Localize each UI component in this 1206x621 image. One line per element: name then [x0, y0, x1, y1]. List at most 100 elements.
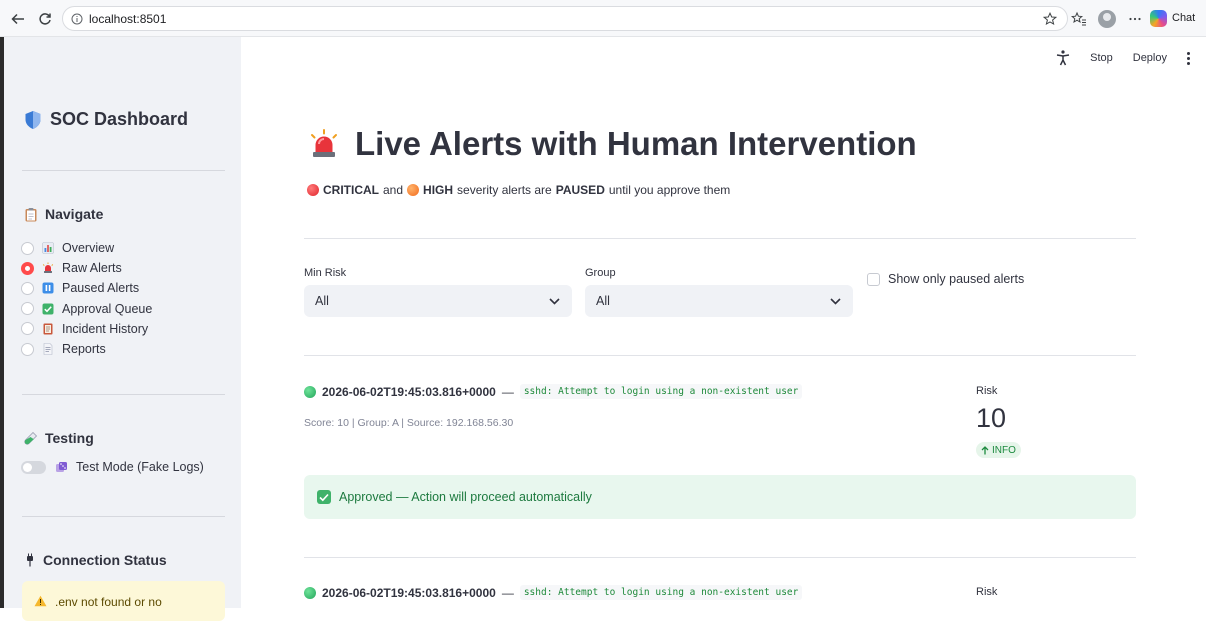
divider	[304, 557, 1136, 558]
back-arrow-icon	[11, 13, 24, 25]
radio-button[interactable]	[21, 281, 34, 295]
clipboard-icon	[25, 207, 37, 221]
info-icon	[71, 13, 83, 24]
radio-button[interactable]	[21, 241, 34, 255]
url-text: localhost:8501	[89, 11, 167, 26]
star-icon[interactable]	[1043, 12, 1057, 26]
paused-only-checkbox[interactable]	[867, 272, 880, 286]
page-icon	[41, 343, 55, 355]
check-icon	[41, 303, 55, 315]
approval-status-box: Approved — Action will proceed automatic…	[304, 475, 1136, 519]
copilot-icon	[1150, 9, 1167, 27]
connection-warning: .env not found or no	[22, 581, 225, 621]
paused-only-label: Show only paused alerts	[888, 272, 1025, 286]
navigate-heading: Navigate	[24, 206, 103, 222]
divider	[304, 355, 1136, 356]
reload-icon	[39, 13, 51, 25]
radio-button[interactable]	[21, 342, 34, 356]
nav-item-raw-alerts[interactable]: Raw Alerts	[21, 258, 152, 278]
min-risk-value: All	[315, 294, 329, 308]
nav-item-label: Overview	[62, 241, 115, 256]
ledger-icon	[41, 323, 55, 335]
address-bar[interactable]: localhost:8501	[62, 6, 1068, 31]
group-value: All	[596, 294, 610, 308]
radio-button-selected[interactable]	[21, 261, 34, 275]
test-mode-toggle-row[interactable]: Test Mode (Fake Logs)	[21, 460, 204, 474]
group-label: Group	[585, 267, 616, 279]
sidebar-divider	[22, 516, 225, 517]
min-risk-label: Min Risk	[304, 267, 347, 279]
chat-label: Chat	[1172, 12, 1196, 24]
test-tube-icon	[24, 432, 37, 445]
group-select[interactable]: All	[585, 285, 853, 317]
risk-label: Risk	[976, 586, 998, 598]
main-content: Stop Deploy Live Alerts with Human Inter…	[241, 37, 1206, 608]
favorites-button[interactable]	[1071, 8, 1087, 30]
risk-level-badge: INFO	[976, 442, 1021, 458]
page-subtitle: CRITICAL and HIGH severity alerts are PA…	[307, 183, 730, 197]
alert-timestamp: 2026-06-02T19:45:03.816+0000	[322, 384, 496, 399]
alert-message: sshd: Attempt to login using a non-exist…	[519, 384, 803, 399]
test-mode-label: Test Mode (Fake Logs)	[76, 460, 204, 474]
radio-button[interactable]	[21, 322, 34, 336]
chevron-down-icon	[549, 297, 560, 305]
chevron-down-icon	[830, 297, 841, 305]
warning-icon	[34, 595, 47, 607]
plug-icon	[27, 553, 33, 567]
green-circle-icon	[304, 385, 316, 398]
connection-warning-text: .env not found or no	[55, 595, 162, 609]
min-risk-select[interactable]: All	[304, 285, 572, 317]
alert-message: sshd: Attempt to login using a non-exist…	[519, 585, 803, 600]
deploy-button[interactable]: Deploy	[1133, 52, 1167, 64]
siren-icon	[41, 262, 55, 274]
browser-menu-button[interactable]	[1128, 8, 1142, 30]
nav-item-label: Reports	[62, 342, 106, 357]
radio-button[interactable]	[21, 302, 34, 316]
nav-item-label: Raw Alerts	[62, 261, 122, 276]
orange-circle-icon	[407, 184, 420, 196]
testing-heading: Testing	[24, 430, 94, 446]
test-mode-toggle[interactable]	[21, 460, 46, 474]
risk-value: 10	[976, 403, 1007, 433]
sidebar: SOC Dashboard Navigate Overview Raw Aler…	[4, 37, 241, 621]
favorites-icon	[1071, 11, 1086, 26]
shield-icon	[25, 110, 41, 129]
sidebar-divider	[22, 170, 225, 171]
sidebar-title-text: SOC Dashboard	[50, 109, 189, 129]
nav-item-reports[interactable]: Reports	[21, 339, 152, 359]
copilot-chat-button[interactable]: Chat	[1150, 6, 1206, 30]
accessibility-icon[interactable]	[1056, 50, 1070, 66]
stop-button[interactable]: Stop	[1090, 52, 1113, 64]
reload-button[interactable]	[35, 9, 55, 29]
profile-button[interactable]	[1098, 8, 1116, 30]
risk-label: Risk	[976, 385, 998, 397]
paused-only-checkbox-row[interactable]: Show only paused alerts	[867, 272, 1024, 286]
nav-item-label: Paused Alerts	[62, 281, 140, 296]
pause-icon	[41, 282, 55, 294]
connection-status-heading: Connection Status	[24, 552, 167, 568]
alert-meta: Score: 10 | Group: A | Source: 192.168.5…	[304, 417, 514, 429]
nav-item-approval-queue[interactable]: Approval Queue	[21, 299, 152, 319]
alert-timestamp: 2026-06-02T19:45:03.816+0000	[322, 585, 496, 600]
browser-toolbar: localhost:8501 Chat	[0, 0, 1206, 37]
nav-item-incident-history[interactable]: Incident History	[21, 319, 152, 339]
nav-item-label: Approval Queue	[62, 301, 153, 316]
dice-icon	[54, 461, 68, 474]
alert-header: 2026-06-02T19:45:03.816+0000 — sshd: Att…	[304, 585, 803, 600]
nav-item-overview[interactable]: Overview	[21, 238, 152, 258]
alert-header: 2026-06-02T19:45:03.816+0000 — sshd: Att…	[304, 384, 803, 399]
nav-item-label: Incident History	[62, 321, 149, 336]
siren-icon	[311, 129, 337, 157]
main-menu-icon[interactable]	[1187, 51, 1190, 65]
arrow-up-icon	[981, 445, 989, 454]
approval-status-text: Approved — Action will proceed automatic…	[339, 490, 592, 504]
check-icon	[317, 490, 331, 504]
back-button[interactable]	[8, 9, 28, 29]
nav-item-paused-alerts[interactable]: Paused Alerts	[21, 278, 152, 298]
page-title: Live Alerts with Human Intervention	[307, 125, 917, 163]
navigation-radio-group: Overview Raw Alerts Paused Alerts Approv…	[21, 238, 152, 359]
page-title-text: Live Alerts with Human Intervention	[355, 125, 917, 162]
divider	[304, 238, 1136, 239]
profile-avatar	[1098, 10, 1116, 28]
more-horizontal-icon	[1129, 17, 1141, 21]
